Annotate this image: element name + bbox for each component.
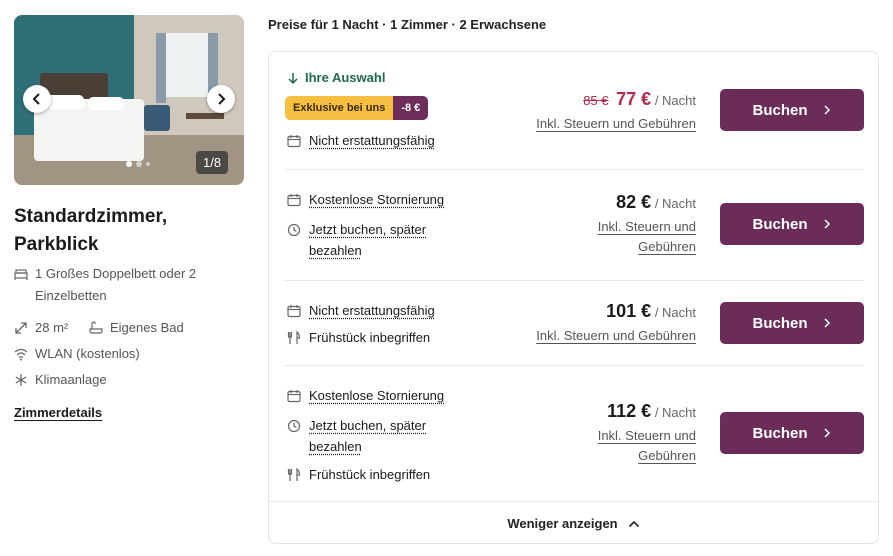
rate-option: Kostenlose Stornierung Jetzt buchen, spä… — [285, 366, 864, 501]
feature-wifi: WLAN (kostenlos) — [14, 343, 140, 365]
cancellation-policy-link[interactable]: Kostenlose Stornierung — [309, 385, 444, 406]
rate-option-line: Nicht erstattungsfähig — [287, 130, 435, 151]
chevron-right-icon — [823, 428, 830, 438]
gallery-next-button[interactable] — [207, 85, 235, 113]
feature-wifi-text: WLAN (kostenlos) — [35, 346, 140, 361]
exclusive-badge-label: Exklusive bei uns — [285, 96, 394, 120]
rate-option-line: Frühstück inbegriffen — [287, 327, 430, 348]
book-button-label: Buchen — [752, 101, 808, 119]
calendar-icon — [287, 194, 301, 207]
book-button-label: Buchen — [752, 424, 808, 442]
rate-option: Ihre Auswahl Exklusive bei uns -8 € Nich… — [285, 52, 864, 169]
per-night-label: / Nacht — [654, 405, 696, 420]
gallery-dot[interactable] — [126, 161, 132, 167]
chevron-right-icon — [823, 105, 830, 115]
feature-bath-text: Eigenes Bad — [110, 320, 184, 335]
your-choice-text: Ihre Auswahl — [305, 70, 386, 85]
calendar-icon — [287, 390, 301, 403]
your-choice-label: Ihre Auswahl — [287, 70, 385, 85]
rate-option: Nicht erstattungsfähig Frühstück inbegri… — [285, 281, 864, 365]
feature-beds: 1 Großes Doppelbett oder 2 Einzelbetten — [14, 263, 244, 307]
area-icon — [15, 322, 27, 334]
rate-option-line: Kostenlose Stornierung — [287, 385, 444, 406]
chevron-left-icon — [32, 93, 40, 105]
clock-icon — [287, 223, 301, 237]
feature-aircon: Klimaanlage — [14, 369, 107, 391]
breakfast-included-text: Frühstück inbegriffen — [309, 467, 431, 482]
chevron-right-icon — [823, 219, 830, 229]
cancellation-policy-link[interactable]: Kostenlose Stornierung — [309, 189, 444, 210]
book-button[interactable]: Buchen — [720, 203, 864, 245]
exclusive-badge-discount: -8 € — [393, 96, 429, 120]
taxes-fees-link[interactable]: Inkl. Steuern und Gebühren — [566, 217, 696, 257]
old-price: 85 € — [583, 93, 609, 108]
rate-option-line: Kostenlose Stornierung — [287, 189, 444, 210]
gallery-dot[interactable] — [136, 161, 142, 167]
chevron-up-icon — [628, 520, 639, 527]
per-night-label: / Nacht — [654, 305, 696, 320]
rate-options-panel: Ihre Auswahl Exklusive bei uns -8 € Nich… — [268, 51, 879, 544]
gallery-prev-button[interactable] — [23, 85, 51, 113]
rate-option-line: Frühstück inbegriffen — [287, 464, 430, 485]
calendar-icon — [287, 305, 301, 318]
book-button[interactable]: Buchen — [720, 302, 864, 344]
rate-price-block: 82 € / Nacht Inkl. Steuern und Gebühren — [566, 192, 696, 257]
exclusive-badge: Exklusive bei uns -8 € — [285, 96, 429, 120]
bed-icon — [14, 269, 28, 280]
price-line: 112 € / Nacht — [566, 401, 696, 422]
taxes-fees-link[interactable]: Inkl. Steuern und Gebühren — [536, 326, 696, 346]
clock-icon — [287, 419, 301, 433]
calendar-icon — [287, 135, 301, 148]
gallery-dots — [126, 161, 150, 167]
chevron-right-icon — [823, 318, 830, 328]
price-line: 85 € 77 € / Nacht — [536, 89, 696, 110]
pay-later-link[interactable]: Jetzt buchen, später bezahlen — [309, 415, 447, 457]
per-night-label: / Nacht — [654, 196, 696, 211]
wifi-icon — [14, 348, 28, 361]
snowflake-icon — [15, 374, 27, 386]
arrow-down-icon — [288, 72, 298, 84]
cutlery-icon — [287, 468, 301, 481]
gallery-counter: 1/8 — [196, 151, 229, 174]
chevron-right-icon — [218, 93, 226, 105]
room-details-link[interactable]: Zimmerdetails — [14, 405, 102, 420]
rate-price-block: 101 € / Nacht Inkl. Steuern und Gebühren — [536, 301, 696, 346]
price-amount: 101 € — [606, 301, 652, 321]
breakfast-included-text: Frühstück inbegriffen — [309, 330, 431, 345]
feature-aircon-text: Klimaanlage — [35, 372, 107, 387]
per-night-label: / Nacht — [654, 93, 696, 108]
room-photo[interactable]: 1/8 — [14, 15, 244, 185]
prices-heading: Preise für 1 Nacht · 1 Zimmer · 2 Erwach… — [268, 17, 547, 32]
cutlery-icon — [287, 331, 301, 344]
rate-option: Kostenlose Stornierung Jetzt buchen, spä… — [285, 170, 864, 280]
rate-price-block: 112 € / Nacht Inkl. Steuern und Gebühren — [566, 401, 696, 466]
rate-option-line: Nicht erstattungsfähig — [287, 300, 435, 321]
pay-later-link[interactable]: Jetzt buchen, später bezahlen — [309, 219, 447, 261]
price-amount: 82 € — [616, 192, 652, 212]
taxes-fees-link[interactable]: Inkl. Steuern und Gebühren — [566, 426, 696, 466]
book-button[interactable]: Buchen — [720, 89, 864, 131]
taxes-fees-link[interactable]: Inkl. Steuern und Gebühren — [536, 114, 696, 134]
rate-price-block: 85 € 77 € / Nacht Inkl. Steuern und Gebü… — [536, 89, 696, 134]
price-line: 82 € / Nacht — [566, 192, 696, 213]
cancellation-policy-link[interactable]: Nicht erstattungsfähig — [309, 130, 435, 151]
price-amount: 112 € — [607, 401, 652, 421]
book-button[interactable]: Buchen — [720, 412, 864, 454]
rate-option-line: Jetzt buchen, später bezahlen — [287, 415, 447, 457]
book-button-label: Buchen — [752, 215, 808, 233]
rate-option-line: Jetzt buchen, später bezahlen — [287, 219, 447, 261]
show-less-label: Weniger anzeigen — [507, 516, 618, 531]
feature-bath: Eigenes Bad — [89, 317, 184, 339]
feature-area: 28 m² — [14, 317, 68, 339]
feature-beds-text: 1 Großes Doppelbett oder 2 Einzelbetten — [35, 266, 197, 303]
price-line: 101 € / Nacht — [536, 301, 696, 322]
feature-area-text: 28 m² — [35, 320, 69, 335]
show-less-button[interactable]: Weniger anzeigen — [269, 501, 878, 545]
book-button-label: Buchen — [752, 314, 808, 332]
gallery-dot[interactable] — [146, 162, 150, 166]
room-title: Standardzimmer, Parkblick — [14, 206, 168, 255]
bath-icon — [89, 321, 103, 334]
price-amount: 77 € — [616, 89, 652, 109]
cancellation-policy-link[interactable]: Nicht erstattungsfähig — [309, 300, 435, 321]
